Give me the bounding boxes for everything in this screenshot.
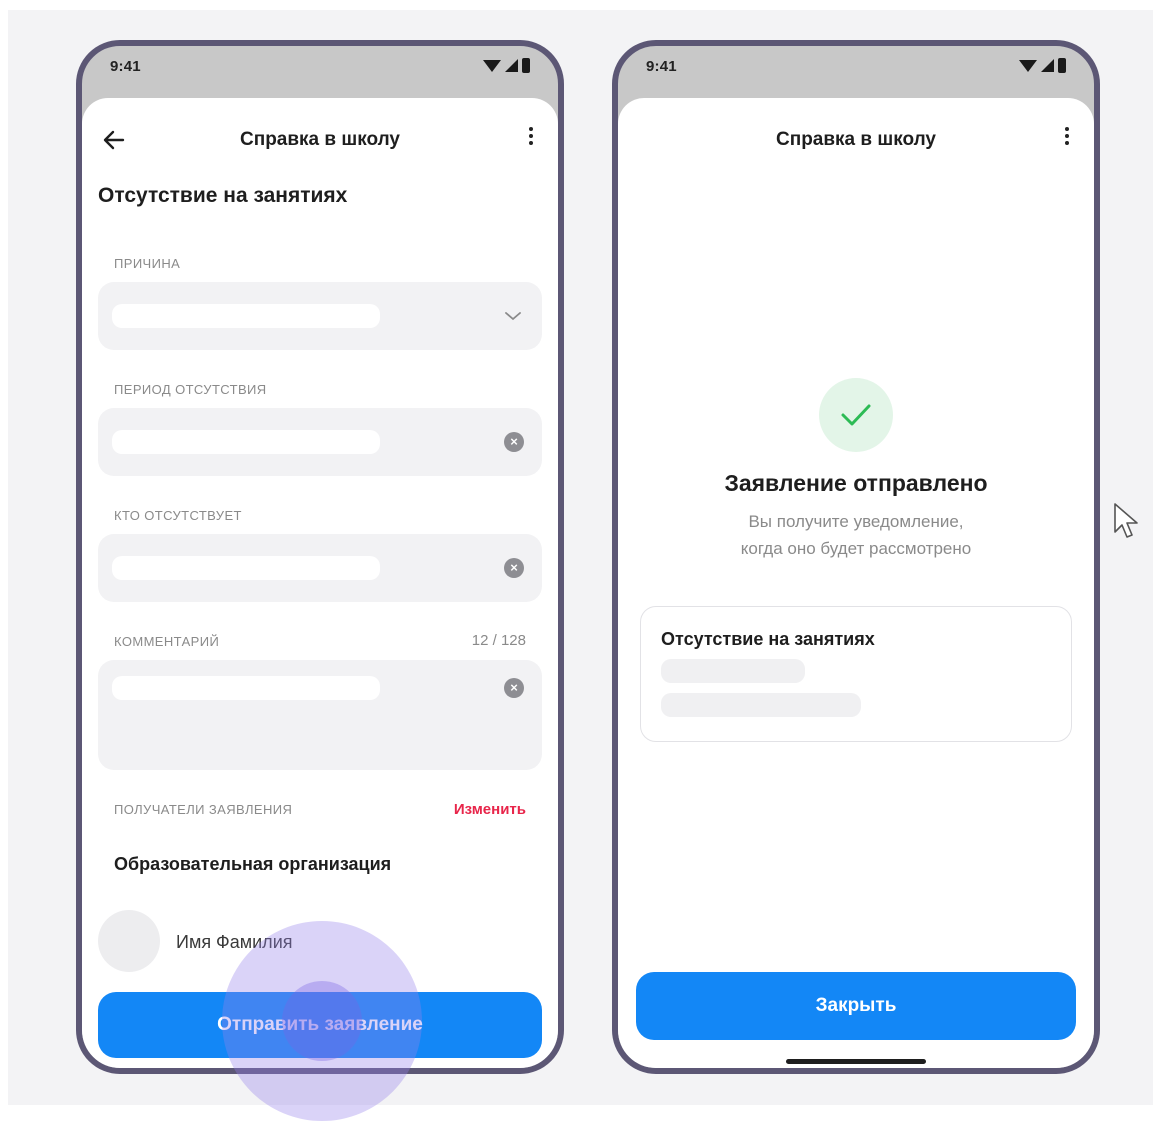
- form-screen: Справка в школу Отсутствие на занятиях П…: [82, 98, 558, 1068]
- card-line-placeholder: [661, 659, 805, 683]
- home-indicator: [786, 1059, 926, 1064]
- status-time: 9:41: [110, 58, 141, 75]
- success-title: Заявление отправлено: [724, 470, 988, 496]
- screen-title: Справка в школу: [240, 129, 400, 150]
- comment-counter: 12 / 128: [471, 632, 526, 649]
- period-input[interactable]: ×: [98, 408, 542, 476]
- top-bar: Справка в школу: [82, 118, 558, 162]
- cursor-icon: [1114, 503, 1138, 538]
- more-vertical-icon[interactable]: [526, 124, 536, 154]
- wifi-icon: [483, 59, 501, 72]
- success-subtitle-line-2: когда оно будет рассмотрено: [740, 539, 972, 558]
- signal-icon: [505, 59, 518, 72]
- period-label: ПЕРИОД ОТСУТСТВИЯ: [114, 382, 267, 397]
- submit-button[interactable]: Отправить заявление: [98, 992, 542, 1058]
- person-name: Имя Фамилия: [176, 932, 293, 952]
- signal-icon: [1041, 59, 1054, 72]
- comment-label: КОММЕНТАРИЙ: [114, 634, 220, 649]
- check-icon: [841, 404, 871, 426]
- who-input[interactable]: ×: [98, 534, 542, 602]
- avatar: [98, 910, 160, 972]
- recipients-label: ПОЛУЧАТЕЛИ ЗАЯВЛЕНИЯ: [114, 802, 293, 817]
- reason-select[interactable]: [98, 282, 542, 350]
- clear-icon[interactable]: ×: [504, 558, 524, 578]
- chevron-down-icon: [505, 312, 521, 321]
- comment-value-placeholder: [112, 676, 380, 700]
- period-value-placeholder: [112, 430, 380, 454]
- status-time: 9:41: [646, 58, 677, 75]
- page-title: Отсутствие на занятиях: [98, 184, 348, 207]
- top-bar: Справка в школу: [618, 118, 1094, 162]
- success-badge: [819, 378, 893, 452]
- status-bar: 9:41: [82, 46, 558, 96]
- success-screen: Справка в школу Заявление отправлено Вы …: [618, 98, 1094, 1068]
- status-bar: 9:41: [618, 46, 1094, 96]
- phone-success: 9:41 Справка в школу Заявление отправлен…: [612, 40, 1100, 1074]
- who-label: КТО ОТСУТСТВУЕТ: [114, 508, 242, 523]
- phone-form: 9:41 Справка в школу Отсутствие на занят…: [76, 40, 564, 1074]
- screen-title: Справка в школу: [776, 129, 936, 150]
- card-title: Отсутствие на занятиях: [661, 629, 875, 649]
- who-value-placeholder: [112, 556, 380, 580]
- battery-icon: [1058, 58, 1066, 73]
- success-subtitle-line-1: Вы получите уведомление,: [748, 512, 964, 531]
- card-line-placeholder: [661, 693, 861, 717]
- organization-name: Образовательная организация: [114, 854, 392, 874]
- clear-icon[interactable]: ×: [504, 678, 524, 698]
- wifi-icon: [1019, 59, 1037, 72]
- status-icons: [483, 58, 530, 73]
- clear-icon[interactable]: ×: [504, 432, 524, 452]
- application-card: Отсутствие на занятиях: [640, 606, 1072, 742]
- close-button[interactable]: Закрыть: [636, 972, 1076, 1040]
- status-icons: [1019, 58, 1066, 73]
- reason-label: ПРИЧИНА: [114, 256, 181, 271]
- battery-icon: [522, 58, 530, 73]
- reason-value-placeholder: [112, 304, 380, 328]
- comment-textarea[interactable]: ×: [98, 660, 542, 770]
- more-vertical-icon[interactable]: [1062, 124, 1072, 154]
- change-recipients-link[interactable]: Изменить: [454, 801, 526, 818]
